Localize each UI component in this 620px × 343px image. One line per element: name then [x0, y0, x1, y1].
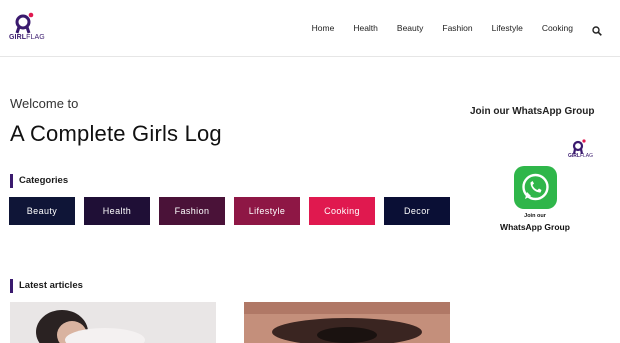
main-nav: Home Health Beauty Fashion Lifestyle Coo…	[293, 22, 602, 36]
whatsapp-heading: Join our WhatsApp Group	[470, 106, 595, 117]
nav-item-cooking[interactable]: Cooking	[542, 22, 573, 34]
mini-logo-text: GIRLFLAG	[568, 153, 594, 159]
whatsapp-join-text: Join our	[524, 213, 546, 219]
article-image	[244, 302, 450, 343]
categories-heading: Categories	[10, 174, 68, 188]
logo-mark-icon	[15, 12, 34, 34]
latest-articles-heading: Latest articles	[10, 279, 83, 293]
search-icon[interactable]	[592, 23, 602, 36]
site-logo[interactable]: GIRLFLAG	[9, 12, 49, 44]
whatsapp-icon	[514, 166, 557, 209]
category-fashion[interactable]: Fashion	[159, 197, 225, 225]
article-thumbnail[interactable]	[10, 302, 216, 343]
category-decor[interactable]: Decor	[384, 197, 450, 225]
category-label: Cooking	[324, 206, 360, 216]
category-label: Lifestyle	[248, 206, 286, 216]
article-image	[10, 302, 216, 343]
category-health[interactable]: Health	[84, 197, 150, 225]
nav-item-fashion[interactable]: Fashion	[442, 22, 472, 34]
mini-logo: GIRLFLAG	[568, 139, 598, 163]
whatsapp-group-text: WhatsApp Group	[500, 222, 570, 232]
article-thumbnail[interactable]	[244, 302, 450, 343]
category-label: Decor	[403, 206, 430, 216]
category-lifestyle[interactable]: Lifestyle	[234, 197, 300, 225]
category-label: Health	[102, 206, 132, 216]
site-header: GIRLFLAG Home Health Beauty Fashion Life…	[0, 0, 620, 57]
page-title: A Complete Girls Log	[10, 121, 222, 146]
nav-item-home[interactable]: Home	[312, 22, 335, 34]
category-label: Beauty	[26, 206, 58, 216]
nav-item-health[interactable]: Health	[353, 22, 378, 34]
nav-item-lifestyle[interactable]: Lifestyle	[492, 22, 523, 34]
logo-text: GIRLFLAG	[9, 34, 45, 41]
nav-item-beauty[interactable]: Beauty	[397, 22, 423, 34]
category-beauty[interactable]: Beauty	[9, 197, 75, 225]
whatsapp-join-banner[interactable]: GIRLFLAG Join our WhatsApp Group	[495, 136, 600, 236]
category-label: Fashion	[174, 206, 210, 216]
welcome-text: Welcome to	[10, 96, 79, 111]
category-cooking[interactable]: Cooking	[309, 197, 375, 225]
